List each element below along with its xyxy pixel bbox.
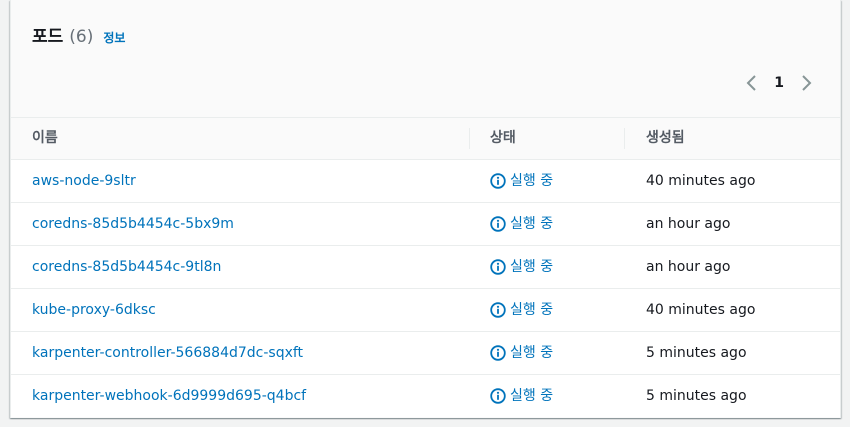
table-row: coredns-85d5b4454c-9tl8n 실행 중 an hour ag… bbox=[11, 246, 840, 289]
pod-status: 실행 중 bbox=[490, 246, 553, 288]
column-header-name[interactable]: 이름 bbox=[32, 118, 58, 159]
info-icon bbox=[490, 173, 506, 189]
current-page-number[interactable]: 1 bbox=[774, 75, 784, 91]
table-row: coredns-85d5b4454c-5bx9m 실행 중 an hour ag… bbox=[11, 203, 840, 246]
table-row: kube-proxy-6dksc 실행 중 40 minutes ago bbox=[11, 289, 840, 332]
pod-status: 실행 중 bbox=[490, 289, 553, 331]
panel-header: 포드 (6) 정보 1 bbox=[11, 0, 840, 118]
pod-created: 5 minutes ago bbox=[646, 388, 747, 404]
info-link[interactable]: 정보 bbox=[103, 29, 125, 46]
pod-status-text: 실행 중 bbox=[510, 302, 554, 318]
pods-panel: 포드 (6) 정보 1 이름 상태 생성됨 aws-node-9sltr 실행 … bbox=[10, 0, 841, 418]
pod-count: (6) bbox=[69, 27, 94, 47]
pods-table: 이름 상태 생성됨 aws-node-9sltr 실행 중 40 minutes… bbox=[11, 118, 840, 417]
info-icon bbox=[490, 216, 506, 232]
pod-name-link[interactable]: karpenter-webhook-6d9999d695-q4bcf bbox=[32, 375, 306, 417]
pod-created: an hour ago bbox=[646, 259, 731, 275]
table-header: 이름 상태 생성됨 bbox=[11, 118, 840, 160]
pod-created: 40 minutes ago bbox=[646, 173, 756, 189]
info-icon bbox=[490, 388, 506, 404]
pod-status-text: 실행 중 bbox=[510, 259, 554, 275]
panel-title-text: 포드 bbox=[32, 27, 64, 47]
pod-name-link[interactable]: kube-proxy-6dksc bbox=[32, 289, 156, 331]
pod-status-text: 실행 중 bbox=[510, 345, 554, 361]
pod-created: 5 minutes ago bbox=[646, 345, 747, 361]
pod-status: 실행 중 bbox=[490, 332, 553, 374]
table-row: karpenter-controller-566884d7dc-sqxft 실행… bbox=[11, 332, 840, 375]
info-icon bbox=[490, 345, 506, 361]
pagination: 1 bbox=[742, 70, 816, 96]
column-header-created[interactable]: 생성됨 bbox=[646, 118, 685, 159]
pod-status: 실행 중 bbox=[490, 203, 553, 245]
chevron-left-icon[interactable] bbox=[742, 72, 760, 94]
column-divider[interactable] bbox=[469, 128, 470, 149]
pod-created: an hour ago bbox=[646, 216, 731, 232]
pod-name-link[interactable]: karpenter-controller-566884d7dc-sqxft bbox=[32, 332, 303, 374]
pod-status: 실행 중 bbox=[490, 160, 553, 202]
pod-name-link[interactable]: aws-node-9sltr bbox=[32, 160, 136, 202]
panel-title: 포드 (6) 정보 bbox=[32, 22, 125, 47]
column-header-status[interactable]: 상태 bbox=[490, 118, 516, 159]
info-icon bbox=[490, 302, 506, 318]
info-icon bbox=[490, 259, 506, 275]
table-row: aws-node-9sltr 실행 중 40 minutes ago bbox=[11, 160, 840, 203]
column-divider[interactable] bbox=[624, 128, 625, 149]
pod-status-text: 실행 중 bbox=[510, 388, 554, 404]
pod-status-text: 실행 중 bbox=[510, 173, 554, 189]
pod-status: 실행 중 bbox=[490, 375, 553, 417]
pod-name-link[interactable]: coredns-85d5b4454c-5bx9m bbox=[32, 203, 234, 245]
pod-name-link[interactable]: coredns-85d5b4454c-9tl8n bbox=[32, 246, 221, 288]
pod-status-text: 실행 중 bbox=[510, 216, 554, 232]
chevron-right-icon[interactable] bbox=[798, 72, 816, 94]
pod-created: 40 minutes ago bbox=[646, 302, 756, 318]
table-row: karpenter-webhook-6d9999d695-q4bcf 실행 중 … bbox=[11, 375, 840, 417]
